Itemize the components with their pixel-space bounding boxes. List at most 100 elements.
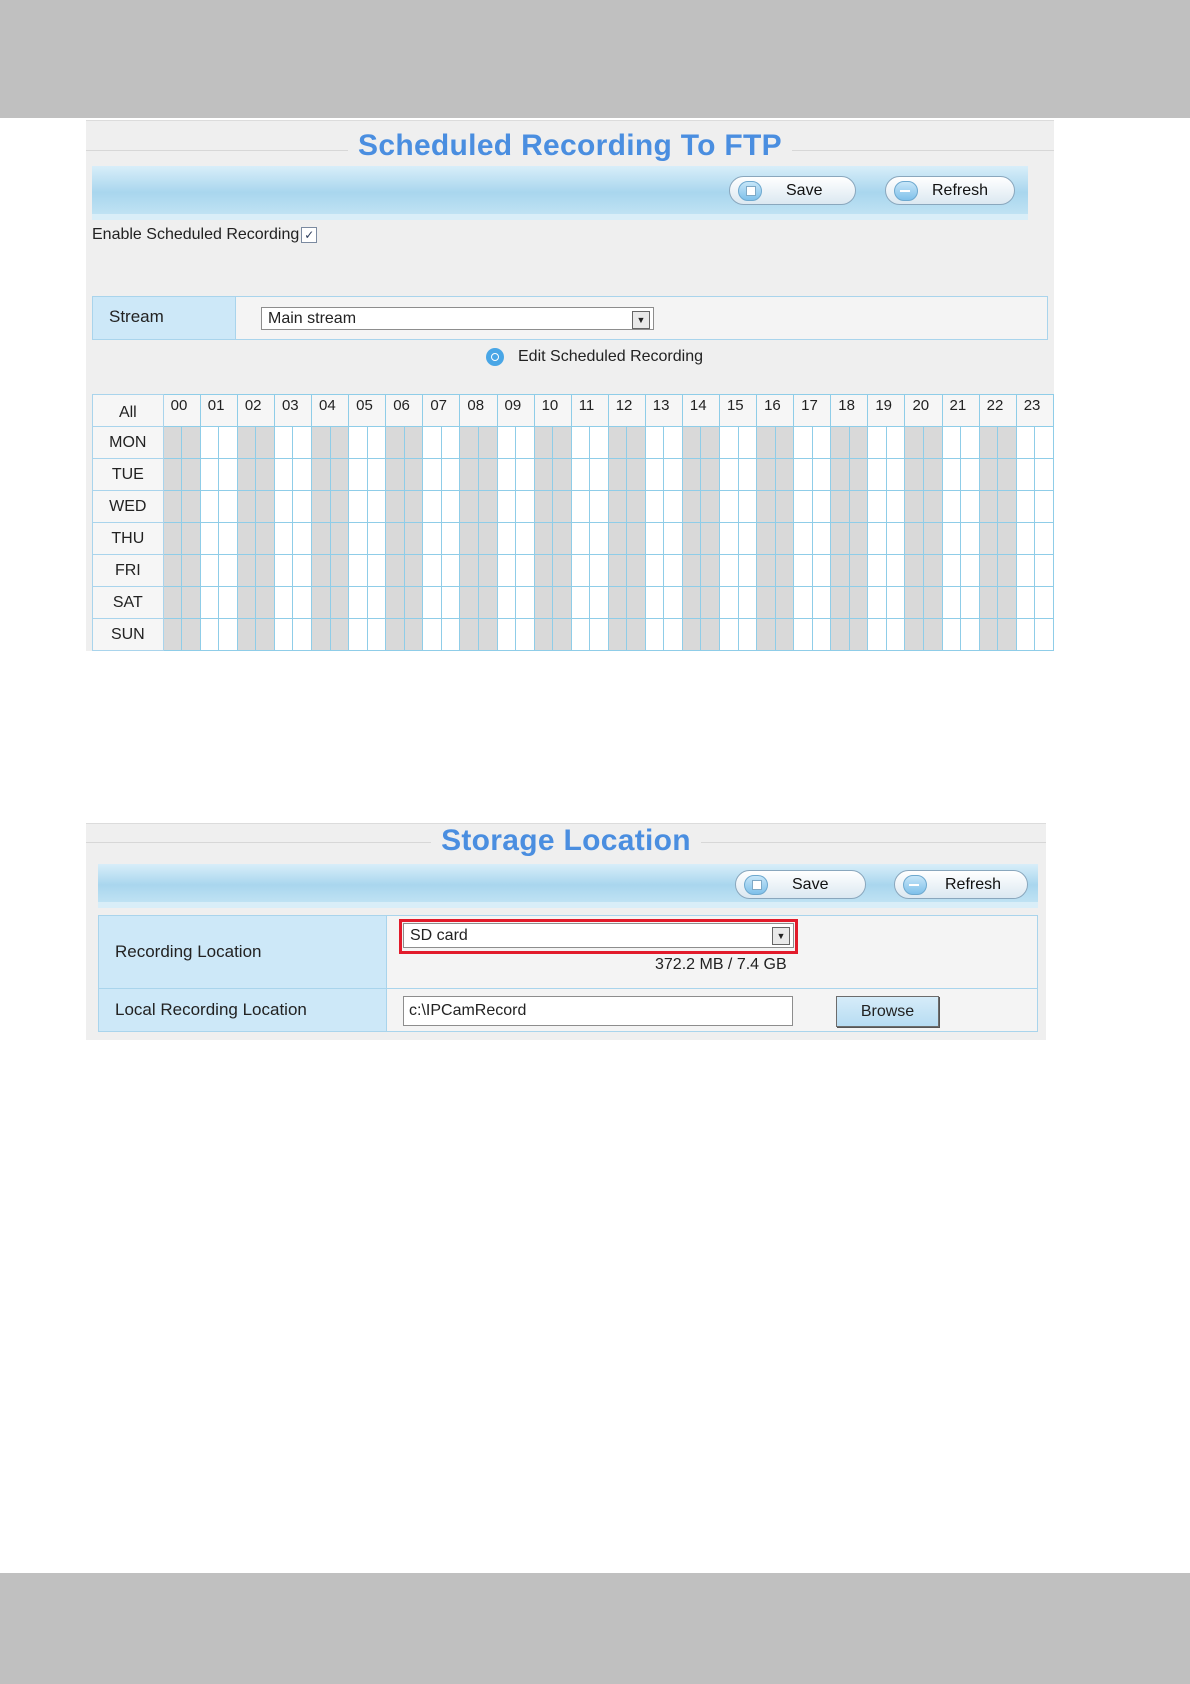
schedule-cell[interactable] [477, 458, 498, 491]
schedule-cell[interactable] [515, 618, 535, 651]
schedule-cell[interactable] [867, 522, 887, 555]
schedule-cell[interactable] [255, 490, 275, 523]
schedule-cell[interactable] [644, 490, 665, 523]
schedule-cell[interactable] [533, 618, 554, 651]
hour-header[interactable]: 11 [570, 394, 609, 427]
schedule-cell[interactable] [533, 522, 554, 555]
schedule-cell[interactable] [681, 586, 702, 619]
schedule-cell[interactable] [718, 458, 739, 491]
schedule-cell[interactable] [459, 522, 479, 555]
day-label[interactable]: THU [92, 522, 164, 555]
schedule-cell[interactable] [459, 458, 479, 491]
enable-checkbox[interactable]: ✓ [301, 227, 318, 243]
schedule-cell[interactable] [311, 490, 331, 523]
schedule-cell[interactable] [848, 522, 869, 555]
schedule-cell[interactable] [348, 458, 368, 491]
schedule-cell[interactable] [885, 426, 906, 459]
hour-header[interactable]: 04 [311, 394, 350, 427]
schedule-cell[interactable] [830, 458, 850, 491]
schedule-cell[interactable] [181, 458, 201, 491]
hour-header[interactable]: 08 [459, 394, 498, 427]
schedule-cell[interactable] [311, 522, 331, 555]
schedule-cell[interactable] [348, 522, 368, 555]
schedule-cell[interactable] [978, 586, 999, 619]
schedule-cell[interactable] [366, 490, 387, 523]
schedule-cell[interactable] [385, 426, 405, 459]
hour-header[interactable]: 00 [162, 394, 201, 427]
save-button[interactable]: Save [735, 870, 866, 899]
schedule-cell[interactable] [718, 490, 739, 523]
hour-header[interactable]: 22 [978, 394, 1017, 427]
schedule-cell[interactable] [997, 618, 1017, 651]
schedule-cell[interactable] [626, 490, 646, 523]
schedule-cell[interactable] [700, 554, 720, 587]
schedule-cell[interactable] [960, 426, 980, 459]
schedule-cell[interactable] [830, 522, 850, 555]
schedule-cell[interactable] [496, 618, 517, 651]
schedule-cell[interactable] [774, 554, 795, 587]
schedule-cell[interactable] [867, 490, 887, 523]
schedule-cell[interactable] [1034, 458, 1054, 491]
schedule-cell[interactable] [181, 586, 201, 619]
schedule-cell[interactable] [218, 426, 238, 459]
schedule-cell[interactable] [626, 426, 646, 459]
schedule-cell[interactable] [273, 618, 294, 651]
schedule-cell[interactable] [589, 426, 609, 459]
schedule-cell[interactable] [1034, 490, 1054, 523]
refresh-button[interactable]: Refresh [894, 870, 1028, 899]
schedule-cell[interactable] [681, 618, 702, 651]
schedule-cell[interactable] [236, 490, 257, 523]
schedule-cell[interactable] [978, 458, 999, 491]
schedule-cell[interactable] [385, 554, 405, 587]
schedule-cell[interactable] [515, 586, 535, 619]
schedule-cell[interactable] [663, 618, 683, 651]
schedule-cell[interactable] [440, 426, 461, 459]
schedule-cell[interactable] [1034, 522, 1054, 555]
schedule-cell[interactable] [941, 554, 962, 587]
day-label[interactable]: FRI [92, 554, 164, 587]
schedule-cell[interactable] [904, 490, 924, 523]
all-button[interactable]: All [92, 394, 164, 427]
schedule-cell[interactable] [459, 426, 479, 459]
schedule-cell[interactable] [515, 490, 535, 523]
schedule-cell[interactable] [607, 522, 628, 555]
schedule-cell[interactable] [589, 618, 609, 651]
schedule-cell[interactable] [348, 618, 368, 651]
schedule-cell[interactable] [811, 522, 832, 555]
schedule-cell[interactable] [848, 586, 869, 619]
schedule-cell[interactable] [718, 522, 739, 555]
hour-header[interactable]: 10 [533, 394, 572, 427]
schedule-cell[interactable] [1015, 490, 1036, 523]
schedule-cell[interactable] [922, 554, 943, 587]
schedule-cell[interactable] [811, 490, 832, 523]
schedule-cell[interactable] [292, 426, 313, 459]
schedule-cell[interactable] [867, 426, 887, 459]
schedule-cell[interactable] [774, 522, 795, 555]
schedule-cell[interactable] [477, 586, 498, 619]
schedule-cell[interactable] [607, 554, 628, 587]
schedule-cell[interactable] [311, 586, 331, 619]
schedule-cell[interactable] [997, 490, 1017, 523]
schedule-cell[interactable] [960, 554, 980, 587]
hour-header[interactable]: 23 [1015, 394, 1055, 427]
schedule-cell[interactable] [329, 554, 350, 587]
schedule-cell[interactable] [552, 586, 572, 619]
schedule-cell[interactable] [552, 426, 572, 459]
schedule-cell[interactable] [515, 554, 535, 587]
schedule-cell[interactable] [218, 618, 238, 651]
schedule-cell[interactable] [589, 490, 609, 523]
schedule-cell[interactable] [440, 490, 461, 523]
schedule-cell[interactable] [589, 554, 609, 587]
schedule-cell[interactable] [422, 426, 442, 459]
browse-button[interactable]: Browse [836, 996, 939, 1027]
schedule-cell[interactable] [236, 522, 257, 555]
schedule-cell[interactable] [162, 426, 183, 459]
schedule-cell[interactable] [793, 618, 813, 651]
schedule-cell[interactable] [366, 426, 387, 459]
schedule-cell[interactable] [941, 426, 962, 459]
schedule-cell[interactable] [811, 458, 832, 491]
schedule-cell[interactable] [292, 554, 313, 587]
schedule-cell[interactable] [978, 426, 999, 459]
schedule-cell[interactable] [533, 490, 554, 523]
schedule-cell[interactable] [997, 426, 1017, 459]
